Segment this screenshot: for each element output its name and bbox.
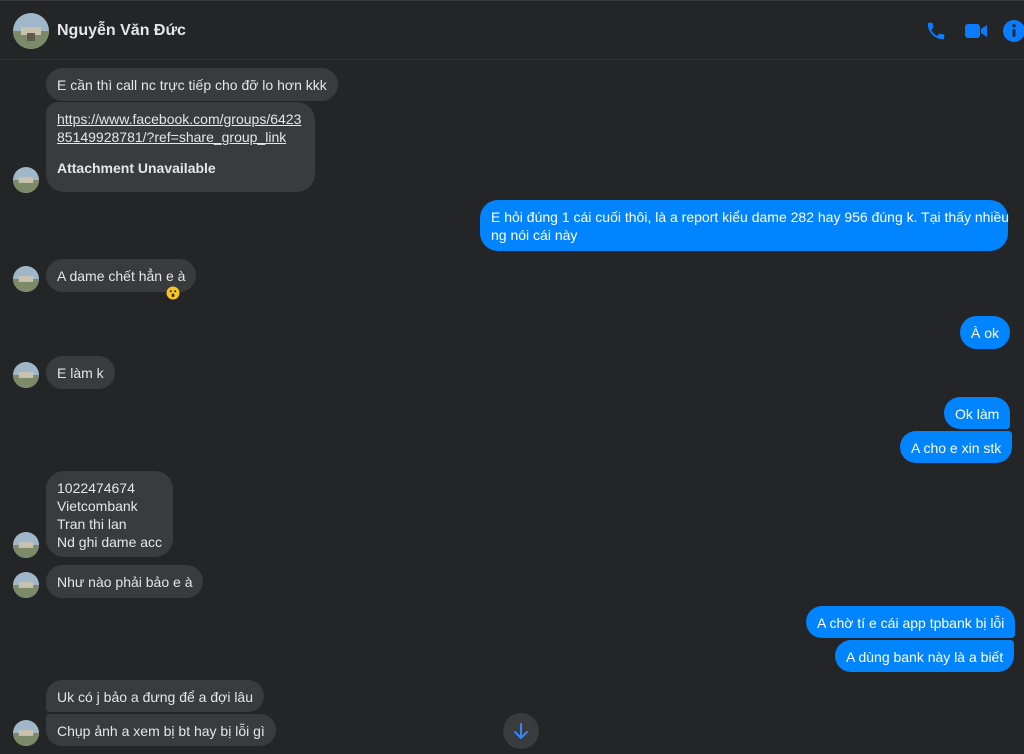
outgoing-message[interactable]: A cho e xin stk (900, 431, 1013, 463)
bank-name: Vietcombank (57, 498, 138, 514)
transfer-note: Nd ghi dame acc (57, 534, 163, 550)
incoming-message[interactable]: Như nào phải bảo e à (46, 565, 204, 598)
scroll-to-bottom-button[interactable] (503, 713, 539, 749)
incoming-message[interactable]: Chụp ảnh a xem bị bt hay bị lỗi gì (46, 714, 276, 746)
incoming-message[interactable]: Uk có j bảo a đưng để a đợi lâu (46, 680, 265, 712)
info-icon[interactable] (1003, 20, 1024, 42)
incoming-link-message[interactable]: https://www.facebook.com/groups/6423 851… (46, 102, 315, 192)
outgoing-message[interactable]: À ok (960, 316, 1011, 349)
contact-avatar[interactable] (13, 13, 49, 49)
sender-avatar[interactable] (13, 572, 39, 598)
sender-avatar[interactable] (13, 362, 39, 388)
sender-avatar[interactable] (13, 266, 39, 292)
reaction-surprised-icon[interactable] (166, 286, 180, 300)
outgoing-message[interactable]: A dùng bank này là a biết (835, 640, 1015, 672)
sender-avatar[interactable] (13, 532, 39, 558)
message-line: E hỏi đúng 1 cái cuối thôi, là a report … (491, 209, 1010, 225)
incoming-message[interactable]: E làm k (46, 356, 115, 389)
incoming-bank-info-message[interactable]: 1022474674 Vietcombank Tran thi lan Nd g… (46, 471, 174, 557)
arrow-down-icon (514, 723, 528, 739)
group-link-line2[interactable]: 85149928781/?ref=share_group_link (57, 128, 304, 146)
incoming-message[interactable]: E cần thì call nc trực tiếp cho đỡ lo hơ… (46, 68, 338, 101)
outgoing-message[interactable]: Ok làm (944, 397, 1011, 429)
account-holder: Tran thi lan (57, 516, 127, 532)
phone-icon[interactable] (925, 20, 947, 42)
outgoing-message[interactable]: A chờ tí e cái app tpbank bị lỗi (806, 606, 1016, 638)
conversation-header: Nguyễn Văn Đức (0, 0, 1024, 60)
message-line: ng nói cái này (491, 227, 578, 243)
video-camera-icon[interactable] (964, 20, 987, 42)
outgoing-message[interactable]: E hỏi đúng 1 cái cuối thôi, là a report … (480, 200, 1010, 251)
account-number: 1022474674 (57, 480, 135, 496)
group-link-line1[interactable]: https://www.facebook.com/groups/6423 (57, 110, 304, 128)
attachment-unavailable-label: Attachment Unavailable (57, 160, 216, 176)
sender-avatar[interactable] (13, 720, 39, 746)
sender-avatar[interactable] (13, 167, 39, 193)
contact-name[interactable]: Nguyễn Văn Đức (57, 22, 186, 40)
